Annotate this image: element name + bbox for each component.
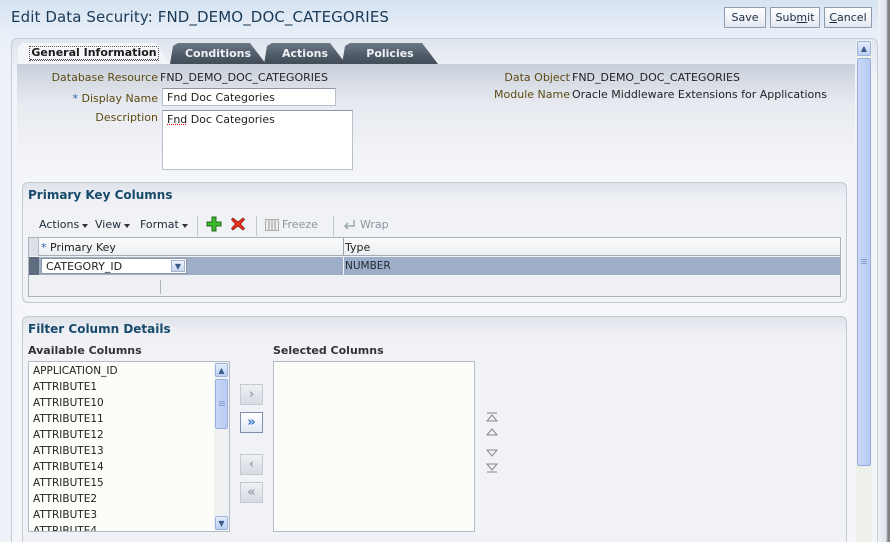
tab-actions[interactable]: Actions (264, 43, 346, 64)
filter-column-title: Filter Column Details (28, 322, 171, 336)
scroll-up-button[interactable]: ▲ (215, 363, 228, 377)
scroll-up-button[interactable]: ▲ (857, 41, 871, 56)
primary-key-section: Primary Key Columns Actions View Format … (22, 182, 847, 303)
column-header-primary-key[interactable]: * Primary Key (41, 241, 116, 254)
tab-bar: General Information Conditions Actions P… (18, 43, 458, 64)
description-label: Description (95, 111, 158, 124)
caret-down-icon (124, 223, 131, 228)
wrap-icon (343, 219, 355, 230)
display-name-input[interactable]: Fnd Doc Categories (162, 88, 336, 106)
page-title: Edit Data Security: FND_DEMO_DOC_CATEGOR… (11, 8, 390, 26)
caret-down-icon (181, 223, 188, 228)
main-scrollbar[interactable]: ▲ (856, 40, 872, 542)
table-header: * Primary Key Type (29, 238, 840, 256)
primary-key-toolbar: Actions View Format Freeze Wrap (29, 216, 429, 236)
module-name-label: Module Name (494, 88, 570, 101)
add-row-button[interactable] (206, 216, 222, 232)
move-up-button[interactable] (485, 428, 499, 439)
available-list-scrollbar[interactable]: ▲ ▼ (214, 362, 229, 531)
move-all-button[interactable]: » (240, 412, 263, 433)
data-object-value: FND_DEMO_DOC_CATEGORIES (572, 71, 740, 84)
list-item[interactable]: ATTRIBUTE3 (33, 509, 97, 521)
scroll-down-button[interactable]: ▼ (215, 516, 228, 530)
toolbar-separator (333, 216, 334, 236)
primary-key-title: Primary Key Columns (28, 188, 173, 202)
type-cell: NUMBER (345, 260, 391, 272)
list-item[interactable]: ATTRIBUTE2 (33, 493, 97, 505)
tab-general-information[interactable]: General Information (18, 43, 170, 64)
list-item[interactable]: ATTRIBUTE13 (33, 445, 104, 457)
description-textarea[interactable]: Fnd Doc Categories (162, 110, 353, 170)
toolbar-separator (197, 216, 198, 236)
primary-key-select[interactable]: CATEGORY_ID ▼ (41, 258, 187, 274)
actions-menu[interactable]: Actions (39, 218, 89, 231)
list-item[interactable]: ATTRIBUTE15 (33, 477, 104, 489)
cancel-button[interactable]: Cancel (824, 7, 872, 28)
grip-icon (218, 401, 225, 407)
move-down-button[interactable] (485, 449, 499, 460)
list-item[interactable]: ATTRIBUTE12 (33, 429, 104, 441)
move-down-icon (485, 449, 499, 457)
database-resource-label: Database Resource (51, 71, 158, 84)
grip-icon (861, 259, 867, 265)
list-item[interactable]: ATTRIBUTE1 (33, 381, 97, 393)
remove-button[interactable]: ‹ (240, 454, 263, 475)
save-button[interactable]: Save (724, 7, 766, 28)
caret-down-icon (82, 223, 89, 228)
remove-all-button[interactable]: « (240, 482, 263, 503)
list-item[interactable]: APPLICATION_ID (33, 365, 118, 377)
tab-policies[interactable]: Policies (342, 43, 438, 64)
toolbar-separator (256, 216, 257, 236)
move-to-bottom-button[interactable] (485, 463, 499, 476)
move-bottom-icon (485, 463, 499, 473)
column-header-type[interactable]: Type (345, 241, 370, 254)
move-up-icon (485, 428, 499, 436)
display-name-label: * Display Name (72, 92, 159, 105)
list-item[interactable]: ATTRIBUTE11 (33, 413, 104, 425)
double-chevron-left-icon: « (247, 485, 256, 500)
window-edge (878, 0, 890, 542)
list-item[interactable]: ATTRIBUTE14 (33, 461, 104, 473)
selected-columns-label: Selected Columns (273, 344, 384, 357)
available-columns-label: Available Columns (28, 344, 142, 357)
list-item[interactable]: ATTRIBUTE4 (33, 525, 97, 531)
table-row[interactable]: CATEGORY_ID ▼ NUMBER (29, 257, 840, 275)
chevron-right-icon: › (248, 387, 255, 402)
chevron-up-icon: ▲ (218, 365, 225, 375)
view-menu[interactable]: View (95, 218, 131, 231)
delete-icon (230, 217, 246, 231)
database-resource-value: FND_DEMO_DOC_CATEGORIES (160, 71, 328, 84)
tab-conditions[interactable]: Conditions (170, 43, 266, 64)
page-header: Edit Data Security: FND_DEMO_DOC_CATEGOR… (0, 0, 890, 36)
chevron-down-icon[interactable]: ▼ (171, 260, 185, 272)
available-columns-list[interactable]: ATTRIBUTE4 ATTRIBUTE3 ATTRIBUTE2 ATTRIBUTE1… (28, 361, 230, 532)
filter-column-section: Filter Column Details Available Columns … (22, 316, 847, 542)
scroll-thumb[interactable] (215, 379, 228, 429)
move-to-top-button[interactable] (485, 412, 499, 425)
chevron-left-icon: ‹ (248, 457, 255, 472)
format-menu[interactable]: Format (140, 218, 188, 231)
column-resize-handle[interactable] (343, 238, 344, 256)
add-icon (206, 216, 222, 232)
module-name-value: Oracle Middleware Extensions for Applica… (572, 88, 827, 101)
data-object-label: Data Object (504, 71, 570, 84)
row-header[interactable] (29, 257, 39, 275)
freeze-button[interactable]: Freeze (265, 218, 318, 231)
submit-button[interactable]: Sub m it (770, 7, 820, 28)
move-button[interactable]: › (240, 384, 263, 405)
move-top-icon (485, 412, 499, 422)
list-item[interactable]: ATTRIBUTE10 (33, 397, 104, 409)
delete-row-button[interactable] (230, 216, 246, 232)
freeze-icon (265, 218, 279, 231)
chevron-down-icon: ▼ (218, 518, 225, 528)
double-chevron-right-icon: » (247, 415, 256, 430)
selected-columns-list[interactable] (273, 361, 475, 532)
scroll-thumb[interactable] (857, 58, 871, 466)
chevron-up-icon: ▲ (860, 44, 868, 53)
primary-key-table: * Primary Key Type CATEGORY_ID ▼ NUMBER (28, 237, 841, 297)
wrap-button[interactable]: Wrap (343, 218, 389, 231)
